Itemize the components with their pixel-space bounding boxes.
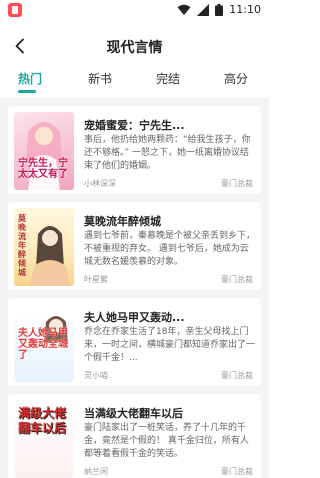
tab-new[interactable]: 新书	[88, 70, 112, 87]
status-indicators: 11:10	[177, 3, 261, 16]
book-card[interactable]: 夫人她马甲又轰动全城了 夫人她马甲又轰动... 乔念在乔家生活了18年，亲生父母…	[8, 298, 261, 386]
book-author: 灵小喵.	[84, 371, 111, 380]
book-card[interactable]: 莫晚流年醉倾城 莫晚流年醉倾城 遇到七爷前，秦慕晚是个被父亲丢到乡下，不被重视的…	[8, 202, 261, 290]
book-description: 事后，他扔给她两颗药：“给我生孩子，你还不够格。” 一怒之下，她一纸离婚协议结束…	[84, 135, 251, 171]
tab-completed[interactable]: 完结	[156, 70, 180, 87]
category-tabs: 热门 新书 完结 高分	[0, 70, 269, 98]
book-author: 叶星繁	[84, 275, 108, 284]
app-notification-icon	[8, 3, 22, 17]
book-title: 夫人她马甲又轰动...	[84, 311, 185, 324]
status-time: 11:10	[229, 3, 261, 16]
book-card[interactable]: 满级大佬翻车以后 当满级大佬翻车以后 豪门陆家出了一桩笑话，养了十几年的千金，竟…	[8, 394, 261, 478]
header: 现代言情	[0, 24, 269, 68]
book-category-tag: 豪门总裁	[221, 275, 253, 284]
book-category-tag: 豪门总裁	[221, 371, 253, 380]
active-tab-indicator	[18, 90, 36, 93]
wifi-icon	[177, 4, 191, 15]
book-title: 当满级大佬翻车以后	[84, 407, 183, 420]
book-author: 纳兰闲	[84, 467, 108, 476]
book-author: 小林深深	[84, 179, 116, 188]
status-bar: 11:10	[0, 0, 269, 20]
cover-title-text: 莫晚流年醉倾城	[18, 213, 26, 277]
book-category-tag: 豪门总裁	[221, 179, 253, 188]
book-description: 遇到七爷前，秦慕晚是个被父亲丢到乡下，不被重视的弃女。 遇到七爷后，她成为云城无…	[84, 231, 256, 267]
book-description: 乔念在乔家生活了18年，亲生父母找上门来，一时之间，横城豪门都知道乔家出了一个假…	[84, 327, 256, 363]
tab-hot[interactable]: 热门	[18, 70, 42, 87]
book-list: 宁先生，宁太太又有了 宠婚蜜爱：宁先生... 事后，他扔给她两颗药：“给我生孩子…	[0, 98, 269, 478]
book-cover: 莫晚流年醉倾城	[14, 208, 74, 286]
signal-icon	[197, 3, 210, 16]
tab-high-score[interactable]: 高分	[224, 70, 248, 87]
cover-title-text: 宁先生，宁太太又有了	[18, 158, 68, 180]
page-title: 现代言情	[106, 40, 163, 56]
battery-icon	[215, 3, 224, 16]
book-category-tag: 豪门总裁	[221, 467, 253, 476]
book-cover: 宁先生，宁太太又有了	[14, 112, 74, 190]
book-cover: 满级大佬翻车以后	[14, 400, 74, 478]
book-description: 豪门陆家出了一桩笑话，养了十几年的千金，竟然是个假的！ 真千金归位，所有人都等着…	[84, 423, 249, 459]
book-card[interactable]: 宁先生，宁太太又有了 宠婚蜜爱：宁先生... 事后，他扔给她两颗药：“给我生孩子…	[8, 106, 261, 194]
book-cover: 夫人她马甲又轰动全城了	[14, 304, 74, 382]
cover-title-text: 满级大佬翻车以后	[18, 406, 67, 435]
book-title: 宠婚蜜爱：宁先生...	[84, 119, 185, 132]
book-title: 莫晚流年醉倾城	[84, 215, 161, 228]
cover-title-text: 夫人她马甲又轰动全城了	[18, 328, 68, 361]
